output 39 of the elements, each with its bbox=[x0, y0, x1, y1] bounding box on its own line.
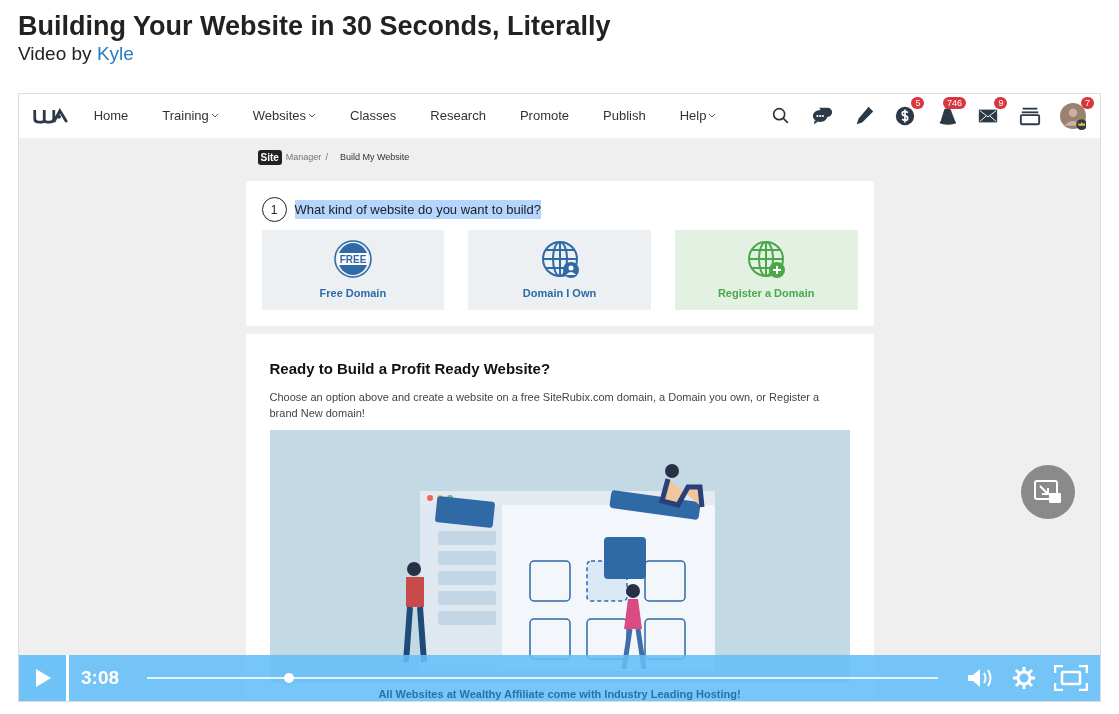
nav-link[interactable]: Research bbox=[430, 106, 486, 126]
hosting-note: All Websites at Wealthy Affiliate come with Industry Leading Hosting! bbox=[377, 686, 742, 702]
nav-link[interactable]: Classes bbox=[350, 106, 397, 126]
playback-time: 3:08 bbox=[81, 665, 120, 690]
nav-link[interactable]: Training bbox=[162, 106, 219, 126]
breadcrumb-current: Build My Website bbox=[339, 150, 410, 164]
globe-user-icon bbox=[539, 238, 580, 279]
notification-count: 9 bbox=[994, 97, 1008, 110]
picture-in-picture-icon bbox=[1034, 480, 1062, 505]
notification-count: 5 bbox=[911, 97, 925, 110]
domain-option[interactable]: FREE Free Domain bbox=[261, 230, 445, 311]
video-title: Building Your Website in 30 Seconds, Literally bbox=[18, 10, 612, 43]
notification-count: 7 bbox=[1080, 97, 1094, 110]
byline: Video by Kyle bbox=[18, 42, 135, 67]
nav-link[interactable]: Websites bbox=[252, 106, 317, 126]
author-link[interactable]: Kyle bbox=[96, 43, 134, 65]
progress-thumb[interactable] bbox=[284, 673, 295, 684]
user-avatar[interactable] bbox=[1059, 100, 1086, 133]
dollar-icon[interactable] bbox=[894, 105, 917, 128]
caret-icon bbox=[210, 113, 219, 120]
globe-plus-icon bbox=[746, 238, 787, 279]
icon-label: FREE bbox=[339, 253, 367, 265]
nav-link[interactable]: Promote bbox=[519, 106, 570, 126]
play-icon bbox=[33, 668, 52, 689]
caret-icon bbox=[708, 113, 717, 120]
notification-count: 746 bbox=[942, 97, 966, 110]
domain-option[interactable]: Domain I Own bbox=[468, 230, 651, 311]
promo-text: Choose an option above and create a website on a free SiteRubix.com domain, a Domain you own, or Register a brand New domain! bbox=[269, 389, 821, 422]
site-logo[interactable]: Site bbox=[257, 150, 282, 166]
nav-link[interactable]: Help bbox=[679, 106, 717, 126]
nav-link[interactable]: Publish bbox=[603, 106, 646, 126]
caret-icon bbox=[308, 113, 317, 120]
picture-in-picture-button[interactable] bbox=[1021, 465, 1075, 520]
tray-icon[interactable] bbox=[1018, 105, 1041, 128]
step-question: What kind of website do you want to build? bbox=[294, 199, 541, 220]
nav-link[interactable]: Home bbox=[93, 106, 129, 126]
breadcrumb-separator: / bbox=[325, 150, 328, 164]
breadcrumb-link[interactable]: Manager bbox=[285, 150, 322, 165]
promo-title: Ready to Build a Profit Ready Website? bbox=[269, 359, 552, 380]
